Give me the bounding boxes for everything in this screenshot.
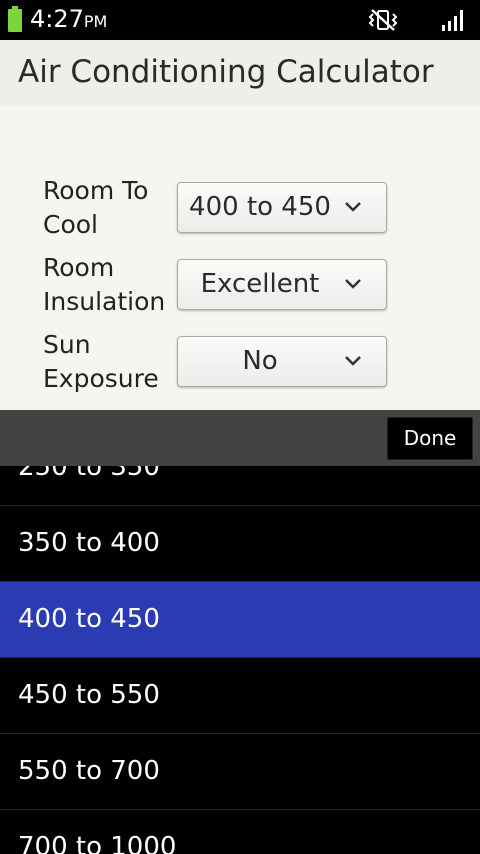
room-to-cool-label-line1: Room To bbox=[43, 176, 149, 205]
done-button[interactable]: Done bbox=[387, 417, 473, 460]
picker-option[interactable]: 700 to 1000 bbox=[0, 810, 480, 854]
app-title-bar: Air Conditioning Calculator bbox=[0, 40, 480, 107]
room-to-cool-value: 400 to 450 bbox=[189, 192, 331, 222]
sun-exposure-label-line1: Sun bbox=[43, 330, 91, 359]
chevron-down-icon bbox=[345, 202, 361, 212]
picker-list[interactable]: 250 to 350 350 to 400 400 to 450 450 to … bbox=[0, 466, 480, 854]
status-bar: 4:27PM bbox=[0, 0, 480, 40]
clock-ampm: PM bbox=[83, 12, 108, 31]
calculator-form: Room To Cool 400 to 450 Room Insulation … bbox=[0, 106, 480, 410]
picker-option-selected[interactable]: 400 to 450 bbox=[0, 582, 480, 658]
room-insulation-select[interactable]: Excellent bbox=[177, 259, 387, 310]
room-to-cool-label-line2: Cool bbox=[43, 210, 98, 239]
clock-time: 4:27 bbox=[30, 5, 84, 33]
picker-option[interactable]: 250 to 350 bbox=[0, 466, 480, 506]
battery-icon bbox=[8, 6, 22, 32]
room-insulation-label-line1: Room bbox=[43, 253, 115, 282]
room-insulation-label-line2: Insulation bbox=[43, 287, 166, 316]
room-insulation-label: Room Insulation bbox=[43, 251, 165, 319]
app-title: Air Conditioning Calculator bbox=[18, 54, 434, 90]
picker-option[interactable]: 350 to 400 bbox=[0, 506, 480, 582]
clock: 4:27PM bbox=[30, 4, 107, 37]
room-to-cool-label: Room To Cool bbox=[43, 174, 148, 242]
chevron-down-icon bbox=[345, 356, 361, 366]
picker-toolbar: Done bbox=[0, 410, 480, 466]
room-to-cool-select[interactable]: 400 to 450 bbox=[177, 182, 387, 233]
picker-option[interactable]: 450 to 550 bbox=[0, 658, 480, 734]
sun-exposure-label: Sun Exposure bbox=[43, 328, 159, 396]
chevron-down-icon bbox=[345, 279, 361, 289]
sun-exposure-label-line2: Exposure bbox=[43, 364, 159, 393]
room-insulation-value: Excellent bbox=[200, 269, 320, 299]
sun-exposure-select[interactable]: No bbox=[177, 336, 387, 387]
signal-icon bbox=[442, 10, 463, 31]
mute-vibrate-icon bbox=[368, 9, 398, 31]
picker-options: 250 to 350 350 to 400 400 to 450 450 to … bbox=[0, 466, 480, 854]
sun-exposure-value: No bbox=[242, 346, 278, 376]
picker-option[interactable]: 550 to 700 bbox=[0, 734, 480, 810]
